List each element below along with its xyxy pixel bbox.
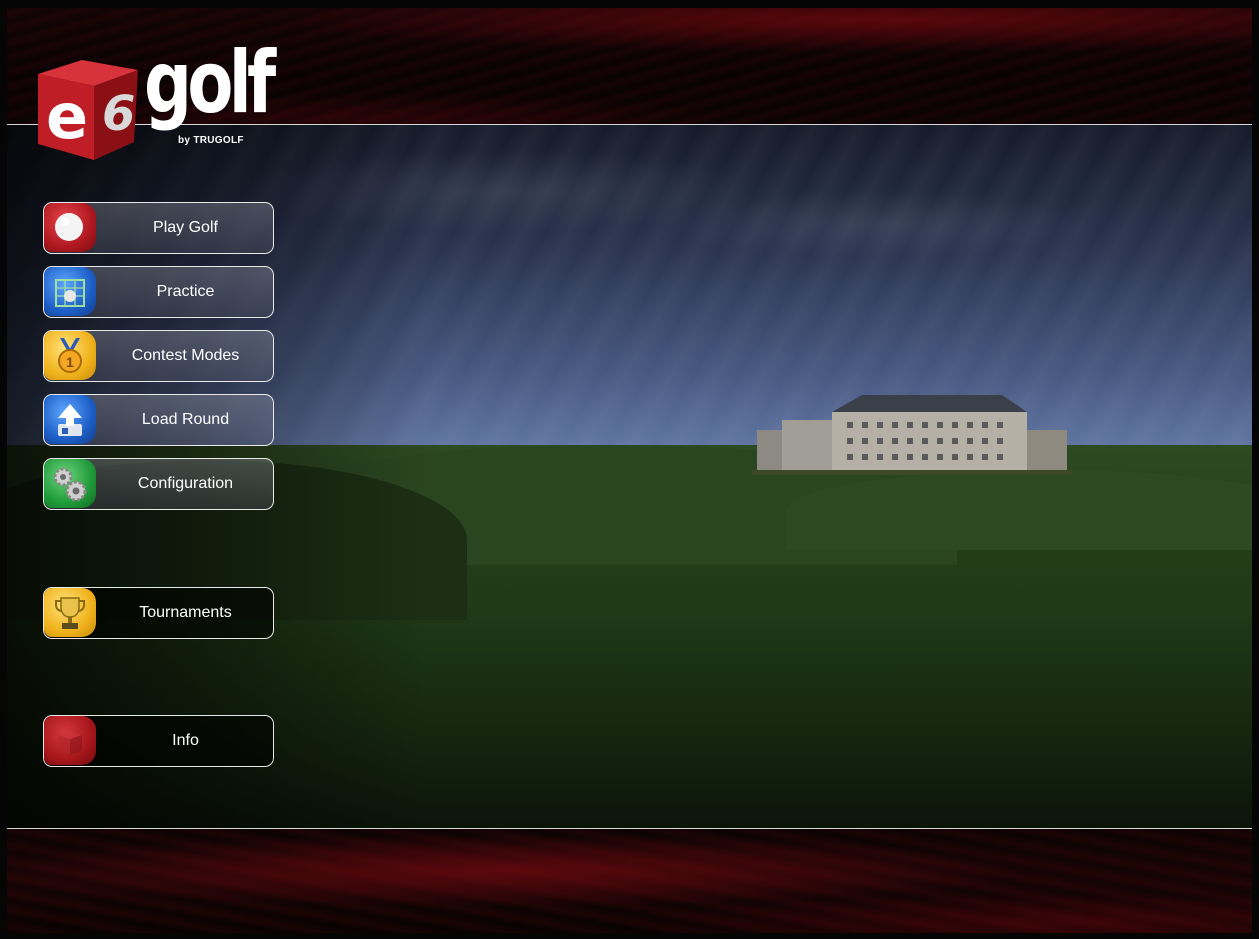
bottom-decorative-band: [7, 829, 1252, 933]
menu-label: Contest Modes: [131, 346, 240, 364]
play-golf-button[interactable]: Play Golf: [43, 202, 274, 254]
cube-letter-e: e: [46, 80, 88, 153]
logo-byline: by TRUGOLF: [178, 135, 244, 146]
clubhouse-hotel-building: [752, 395, 1072, 475]
gears-icon: [44, 459, 96, 508]
driving-range-net-icon: [44, 267, 96, 316]
menu-label: Practice: [156, 282, 215, 300]
trophy-icon: [44, 588, 96, 637]
menu-label: Tournaments: [139, 603, 232, 621]
menu-label: Load Round: [141, 410, 230, 428]
configuration-button[interactable]: Configuration: [43, 458, 274, 510]
logo-wordmark: golf: [144, 33, 276, 133]
tournaments-button[interactable]: Tournaments: [43, 587, 274, 639]
e6-cube-logo-icon: e 6: [38, 60, 138, 160]
menu-label: Configuration: [137, 474, 234, 492]
svg-text:1: 1: [66, 354, 74, 370]
e6-logo-icon: [44, 716, 96, 765]
cube-letter-6: 6: [102, 86, 135, 142]
golf-ball-icon: [44, 203, 96, 252]
gold-medal-icon: 1: [44, 331, 96, 380]
contest-modes-button[interactable]: 1 Contest Modes: [43, 330, 274, 382]
fairway-hill: [787, 470, 1252, 550]
menu-label: Play Golf: [153, 218, 218, 236]
info-button[interactable]: Info: [43, 715, 274, 767]
e6golf-main-menu: e 6 golf by TRUGOLF Play Golf Practice 1…: [0, 0, 1259, 939]
practice-button[interactable]: Practice: [43, 266, 274, 318]
load-round-button[interactable]: Load Round: [43, 394, 274, 446]
menu-label: Info: [172, 731, 199, 749]
upload-arrow-icon: [44, 395, 96, 444]
e6golf-logo: e 6 golf by TRUGOLF: [30, 40, 290, 161]
